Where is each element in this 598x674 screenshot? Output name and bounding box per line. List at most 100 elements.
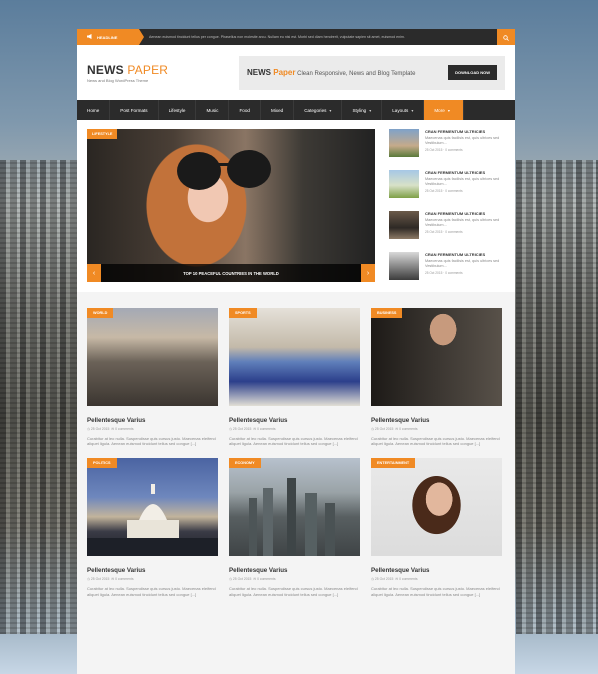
post-image[interactable]: ENTERTAINMENT — [371, 458, 502, 557]
site-preview: HEADLINE Aenean euismod tincidunt tellus… — [77, 29, 515, 674]
side-post-meta: 25 Oct 2015 · 0 comments — [425, 271, 463, 275]
post-title[interactable]: Pellentesque Varius — [87, 567, 218, 574]
featured-slider[interactable]: LIFESTYLE ‹ TOP 10 PEACEFUL COUNTRIES IN… — [87, 129, 375, 282]
chevron-down-icon: ▾ — [411, 107, 414, 113]
side-post-meta: 25 Oct 2015 · 0 comments — [425, 189, 463, 193]
post-meta: ◷ 25 Oct 2015 ✉ 0 comments — [229, 577, 276, 582]
nav-item-home[interactable]: Home — [77, 100, 111, 120]
top-bar: HEADLINE Aenean euismod tincidunt tellus… — [77, 29, 515, 45]
comment-icon: ✉ — [395, 427, 399, 431]
post-image[interactable]: POLITICS — [87, 458, 218, 557]
post-excerpt: Curabitur at leo nulla. Suspendisse quis… — [371, 586, 500, 597]
post-thumbnail[interactable] — [389, 252, 419, 280]
background-city-left — [0, 160, 78, 634]
post-meta: ◷ 25 Oct 2015 ✉ 0 comments — [371, 427, 418, 431]
banner-text: NEWS Paper Clean Responsive, News and Bl… — [247, 68, 416, 77]
nav-item-categories[interactable]: Categories ▾ — [294, 100, 343, 120]
category-badge[interactable]: SPORTS — [229, 308, 257, 318]
post-card: WORLD Pellentesque Varius ◷ 25 Oct 2015 … — [87, 308, 218, 447]
logo-title: NEWS PAPER — [87, 62, 169, 77]
nav-item-lifestyle[interactable]: Lifestyle — [159, 100, 197, 120]
list-item[interactable]: CRAN FERMENTUM ULTRICIES Maecenas quis f… — [389, 211, 505, 241]
slider-prev-button[interactable]: ‹ — [87, 264, 101, 282]
comment-icon: ✉ — [253, 577, 257, 582]
post-excerpt: Curabitur at leo nulla. Suspendisse quis… — [371, 436, 500, 447]
post-image[interactable]: SPORTS — [229, 308, 360, 406]
post-image[interactable]: ECONOMY — [229, 458, 360, 557]
post-title[interactable]: Pellentesque Varius — [229, 417, 360, 424]
headline-label: HEADLINE — [97, 34, 118, 40]
background-city-right — [516, 160, 598, 634]
side-post-meta: 25 Oct 2015 · 0 comments — [425, 148, 463, 152]
slider-caption-bar: ‹ TOP 10 PEACEFUL COUNTRIES IN THE WORLD… — [87, 264, 375, 282]
post-image[interactable]: BUSINESS — [371, 308, 502, 406]
side-post-excerpt: Maecenas quis facilisis est, quis ultric… — [425, 177, 500, 186]
calendar-icon: ◷ — [87, 427, 90, 431]
post-thumbnail[interactable] — [389, 129, 419, 157]
side-post-title[interactable]: CRAN FERMENTUM ULTRICIES — [425, 129, 505, 134]
nav-item-more[interactable]: More ▾ — [424, 100, 465, 120]
header-banner[interactable]: NEWS Paper Clean Responsive, News and Bl… — [239, 55, 505, 90]
post-title[interactable]: Pellentesque Varius — [371, 567, 502, 574]
post-card: BUSINESS Pellentesque Varius ◷ 25 Oct 20… — [371, 308, 502, 447]
news-ticker[interactable]: Aenean euismod tincidunt tellus per cong… — [139, 35, 497, 39]
post-card: POLITICS Pellentesque Varius ◷ 25 Oct 20… — [87, 458, 218, 597]
chevron-down-icon: ▾ — [447, 107, 450, 113]
post-meta: ◷ 25 Oct 2015 ✉ 0 comments — [229, 427, 276, 431]
search-button[interactable] — [497, 29, 515, 45]
comment-icon: ✉ — [111, 577, 115, 582]
side-post-title[interactable]: CRAN FERMENTUM ULTRICIES — [425, 252, 505, 257]
category-badge[interactable]: BUSINESS — [371, 308, 403, 318]
download-now-button[interactable]: DOWNLOAD NOW — [448, 65, 497, 80]
post-title[interactable]: Pellentesque Varius — [229, 567, 360, 574]
search-icon — [503, 29, 509, 46]
list-item[interactable]: CRAN FERMENTUM ULTRICIES Maecenas quis f… — [389, 252, 505, 282]
calendar-icon: ◷ — [371, 427, 374, 431]
post-card: ENTERTAINMENT Pellentesque Varius ◷ 25 O… — [371, 458, 502, 597]
slider-category-badge[interactable]: LIFESTYLE — [87, 129, 118, 139]
list-item[interactable]: CRAN FERMENTUM ULTRICIES Maecenas quis f… — [389, 129, 505, 159]
nav-item-post-formats[interactable]: Post Formats — [110, 100, 159, 120]
post-excerpt: Curabitur at leo nulla. Suspendisse quis… — [229, 436, 358, 447]
featured-section: LIFESTYLE ‹ TOP 10 PEACEFUL COUNTRIES IN… — [77, 120, 515, 292]
headline-tag: HEADLINE — [77, 29, 144, 45]
comment-icon: ✉ — [111, 427, 115, 431]
post-grid: WORLD Pellentesque Varius ◷ 25 Oct 2015 … — [77, 292, 515, 597]
side-post-excerpt: Maecenas quis facilisis est, quis ultric… — [425, 218, 500, 227]
category-badge[interactable]: ENTERTAINMENT — [371, 458, 416, 469]
post-meta: ◷ 25 Oct 2015 ✉ 0 comments — [371, 577, 418, 582]
post-image[interactable]: WORLD — [87, 308, 218, 406]
comment-icon: ✉ — [253, 427, 257, 431]
side-post-title[interactable]: CRAN FERMENTUM ULTRICIES — [425, 170, 505, 175]
post-card: ECONOMY Pellentesque Varius ◷ 25 Oct 201… — [229, 458, 360, 597]
post-title[interactable]: Pellentesque Varius — [371, 417, 502, 424]
post-meta: ◷ 25 Oct 2015 ✉ 0 comments — [87, 577, 134, 582]
list-item[interactable]: CRAN FERMENTUM ULTRICIES Maecenas quis f… — [389, 170, 505, 200]
nav-item-music[interactable]: Music — [196, 100, 230, 120]
slider-next-button[interactable]: › — [361, 264, 375, 282]
chevron-down-icon: ▾ — [369, 107, 372, 113]
post-excerpt: Curabitur at leo nulla. Suspendisse quis… — [87, 586, 216, 597]
nav-item-food[interactable]: Food — [229, 100, 261, 120]
post-excerpt: Curabitur at leo nulla. Suspendisse quis… — [229, 586, 358, 597]
post-thumbnail[interactable] — [389, 170, 419, 198]
slider-caption[interactable]: TOP 10 PEACEFUL COUNTRIES IN THE WORLD — [101, 271, 361, 276]
post-thumbnail[interactable] — [389, 211, 419, 239]
post-title[interactable]: Pellentesque Varius — [87, 417, 218, 424]
side-post-title[interactable]: CRAN FERMENTUM ULTRICIES — [425, 211, 505, 216]
side-post-meta: 25 Oct 2015 · 0 comments — [425, 230, 463, 234]
site-header: NEWS PAPER News and Blog WordPress Theme… — [77, 45, 515, 100]
capitol-dome-image — [87, 484, 218, 557]
logo[interactable]: NEWS PAPER News and Blog WordPress Theme — [87, 63, 168, 83]
nav-item-mixed[interactable]: Mixed — [261, 100, 295, 120]
side-post-list: CRAN FERMENTUM ULTRICIES Maecenas quis f… — [389, 129, 505, 286]
nav-item-styling[interactable]: Styling ▾ — [342, 100, 383, 120]
calendar-icon: ◷ — [87, 577, 90, 582]
chevron-down-icon: ▾ — [329, 107, 332, 113]
sunglasses-image — [177, 150, 271, 190]
nav-item-layouts[interactable]: Layouts ▾ — [382, 100, 425, 120]
side-post-excerpt: Maecenas quis facilisis est, quis ultric… — [425, 259, 500, 268]
category-badge[interactable]: WORLD — [87, 308, 114, 318]
post-card: SPORTS Pellentesque Varius ◷ 25 Oct 2015… — [229, 308, 360, 447]
calendar-icon: ◷ — [229, 427, 232, 431]
